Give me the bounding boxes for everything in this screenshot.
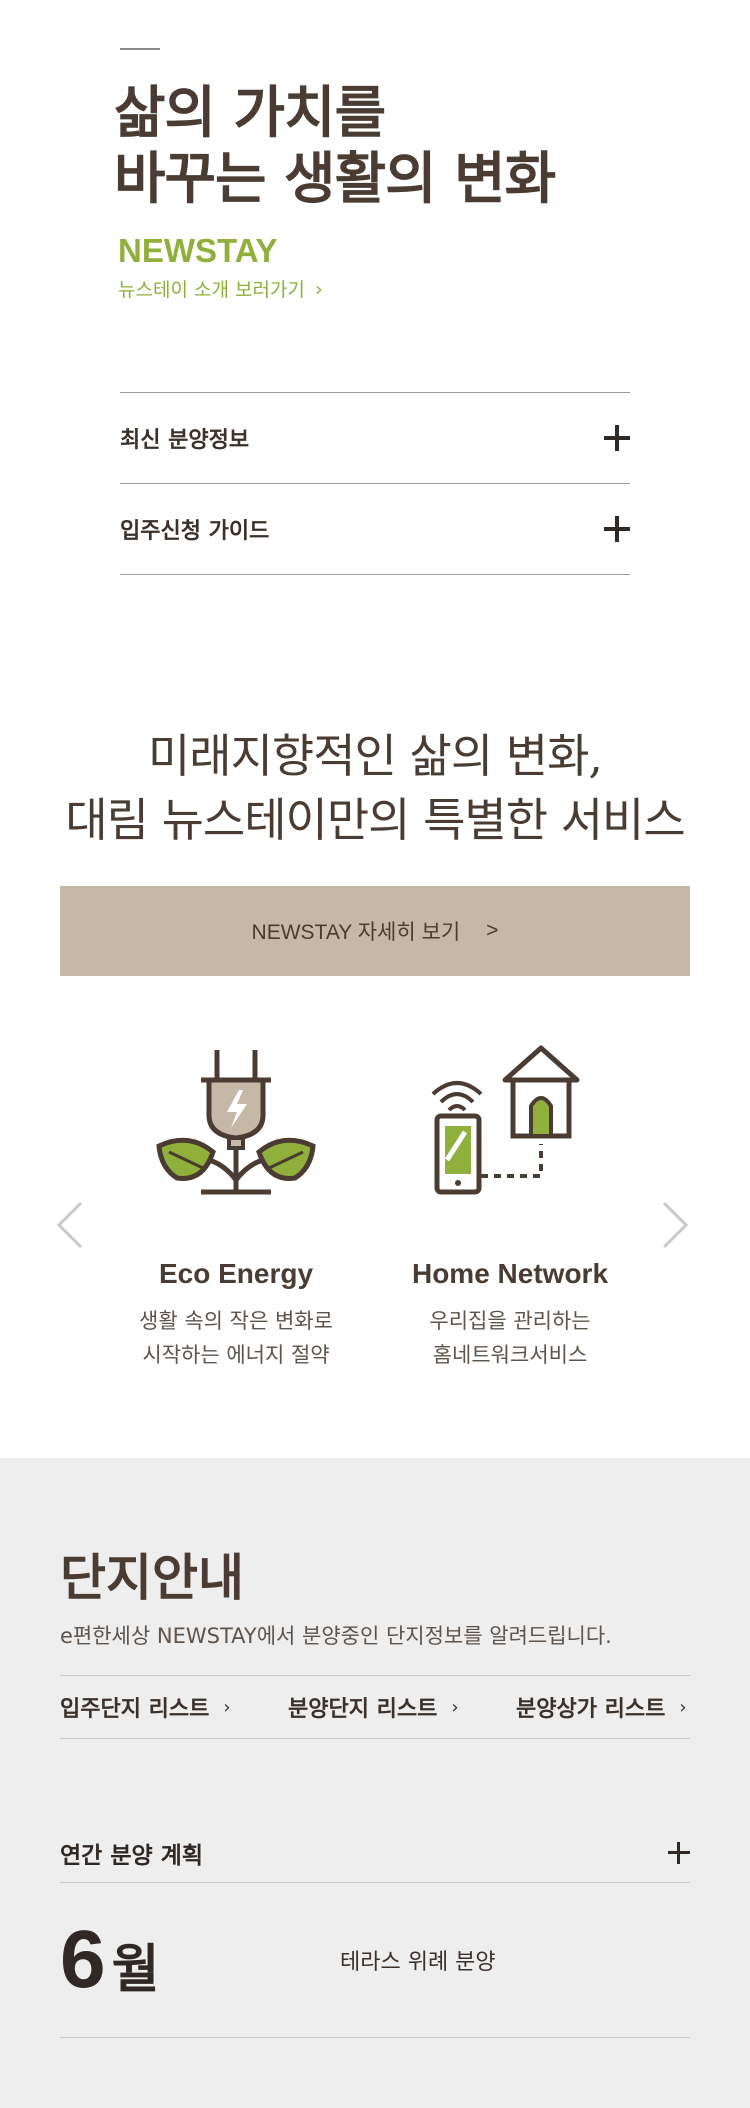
newstay-detail-button[interactable]: NEWSTAY 자세히 보기 > xyxy=(60,886,690,976)
complex-list-links: 입주단지 리스트 › 분양단지 리스트 › 분양상가 리스트 › xyxy=(60,1675,690,1739)
brand-name: NEWSTAY xyxy=(118,232,278,269)
plus-icon xyxy=(668,1841,690,1864)
info-accordion: 최신 분양정보 입주신청 가이드 xyxy=(120,392,630,575)
newstay-intro-link-label: 뉴스테이 소개 보러가기 xyxy=(118,279,305,301)
hero-title-line1: 삶의 가치를 xyxy=(114,80,386,146)
accordion-item-latest-sales[interactable]: 최신 분양정보 xyxy=(120,393,630,484)
tab-sale-complex-list[interactable]: 분양단지 리스트 › xyxy=(288,1691,516,1723)
hero-title: 삶의 가치를 바꾸는 생활의 변화 xyxy=(114,80,556,212)
tab-move-in-complex-list[interactable]: 입주단지 리스트 › xyxy=(60,1691,288,1723)
chevron-right-icon: › xyxy=(223,1696,231,1718)
complex-subtitle: e편한세상 NEWSTAY에서 분양중인 단지정보를 알려드립니다. xyxy=(60,1624,612,1648)
service-card-eco-energy[interactable]: Eco Energy 생활 속의 작은 변화로 시작하는 에너지 절약 xyxy=(96,1040,376,1372)
service-name: Eco Energy xyxy=(158,1258,314,1289)
newstay-intro-link[interactable]: 뉴스테이 소개 보러가기 › xyxy=(118,275,323,302)
chevron-right-icon: › xyxy=(679,1696,687,1718)
service-desc-line2: 시작하는 에너지 절약 xyxy=(142,1343,330,1367)
plan-month-number: 6 xyxy=(60,1913,106,2005)
service-desc-line1: 우리집을 관리하는 xyxy=(429,1309,591,1333)
hero-title-line2: 바꾸는 생활의 변화 xyxy=(114,146,556,212)
plus-icon xyxy=(604,425,630,451)
services-title-line1: 미래지향적인 삶의 변화, xyxy=(147,729,603,783)
chevron-right-icon: › xyxy=(451,1696,459,1718)
newstay-detail-button-label: NEWSTAY 자세히 보기 xyxy=(251,921,461,944)
service-description: 생활 속의 작은 변화로 시작하는 에너지 절약 xyxy=(96,1304,376,1372)
accordion-item-move-in-guide[interactable]: 입주신청 가이드 xyxy=(120,484,630,575)
carousel-prev-arrow[interactable] xyxy=(55,1195,85,1255)
eco-energy-icon xyxy=(156,1050,316,1195)
tab-commercial-list[interactable]: 분양상가 리스트 › xyxy=(516,1691,687,1723)
chevron-right-icon xyxy=(662,1201,689,1249)
plan-month: 6 월 xyxy=(60,1913,340,2005)
service-desc-line2: 홈네트워크서비스 xyxy=(432,1343,588,1367)
chevron-right-icon: › xyxy=(314,276,323,301)
chevron-left-icon xyxy=(56,1201,83,1249)
chevron-right-icon: > xyxy=(486,919,499,942)
service-card-home-network[interactable]: Home Network 우리집을 관리하는 홈네트워크서비스 xyxy=(370,1040,650,1372)
tab-label: 분양단지 리스트 xyxy=(288,1697,438,1722)
services-title-line2: 대림 뉴스테이만의 특별한 서비스 xyxy=(65,793,685,847)
service-desc-line1: 생활 속의 작은 변화로 xyxy=(139,1309,333,1333)
complex-info-section: 단지안내 e편한세상 NEWSTAY에서 분양중인 단지정보를 알려드립니다. … xyxy=(0,1458,750,2108)
sales-plan-row: 6 월 테라스 위례 분양 xyxy=(60,1883,690,2038)
home-network-icon xyxy=(431,1045,580,1195)
accordion-item-label: 입주신청 가이드 xyxy=(120,519,270,544)
plus-icon xyxy=(604,516,630,542)
service-description: 우리집을 관리하는 홈네트워크서비스 xyxy=(370,1304,650,1372)
tab-label: 입주단지 리스트 xyxy=(60,1697,210,1722)
tab-label: 분양상가 리스트 xyxy=(516,1697,666,1722)
accordion-item-label: 최신 분양정보 xyxy=(120,428,250,453)
complex-title: 단지안내 xyxy=(60,1548,244,1607)
top-rule xyxy=(120,48,160,50)
plan-month-unit: 월 xyxy=(111,1939,160,2000)
plan-description: 테라스 위례 분양 xyxy=(340,1950,496,1975)
service-name: Home Network xyxy=(411,1258,609,1289)
annual-sales-plan-label: 연간 분양 계획 xyxy=(60,1842,203,1869)
annual-sales-plan-toggle[interactable]: 연간 분양 계획 xyxy=(60,1823,690,1883)
carousel-next-arrow[interactable] xyxy=(660,1195,690,1255)
